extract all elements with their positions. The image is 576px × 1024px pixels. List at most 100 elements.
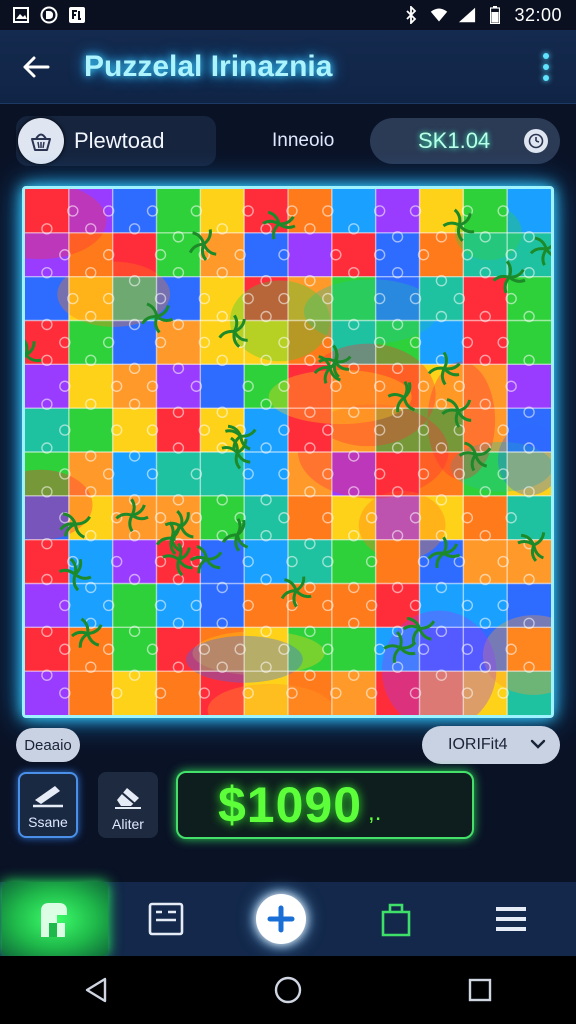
- puzzle-piece[interactable]: [112, 539, 157, 584]
- more-dot-icon: [543, 74, 549, 81]
- puzzle-piece[interactable]: [200, 452, 245, 497]
- puzzle-piece[interactable]: [156, 671, 201, 715]
- app-bar: Puzzelal Irinaznia: [0, 30, 576, 104]
- puzzle-piece[interactable]: [463, 276, 508, 321]
- puzzle-piece[interactable]: [68, 671, 114, 715]
- puzzle-piece[interactable]: [156, 189, 201, 234]
- avatar: [18, 118, 64, 164]
- status-left: [12, 6, 86, 24]
- nav-board[interactable]: [108, 882, 223, 956]
- puzzle-piece[interactable]: [375, 232, 420, 278]
- puzzle-piece[interactable]: [331, 232, 377, 278]
- signal-icon: [458, 6, 476, 24]
- puzzle-piece[interactable]: [112, 408, 157, 453]
- puzzle-piece[interactable]: [375, 189, 420, 234]
- puzzle-piece[interactable]: [288, 539, 333, 584]
- nav-home[interactable]: [2, 882, 108, 956]
- puzzle-piece[interactable]: [156, 495, 201, 541]
- left-dropdown[interactable]: Deaaio: [16, 728, 80, 762]
- bag-icon: [381, 903, 410, 937]
- playboard-chip[interactable]: Plewtoad: [16, 116, 216, 166]
- puzzle-piece[interactable]: [112, 452, 157, 497]
- app-icon: [68, 6, 86, 24]
- nav-list[interactable]: [453, 882, 568, 956]
- puzzle-piece[interactable]: [156, 320, 201, 365]
- timer-button[interactable]: [524, 129, 548, 153]
- puzzle-piece[interactable]: [463, 320, 508, 365]
- puzzle-piece[interactable]: [463, 539, 508, 584]
- puzzle-piece[interactable]: [244, 232, 289, 278]
- puzzle-piece[interactable]: [156, 364, 201, 409]
- clock-icon: [528, 133, 544, 149]
- puzzle-piece[interactable]: [156, 452, 201, 497]
- puzzle-piece[interactable]: [25, 364, 70, 409]
- mode-label: Inneoio: [272, 130, 335, 151]
- status-right: 32:00: [402, 5, 562, 26]
- money-value: $1090: [218, 777, 363, 833]
- puzzle-piece[interactable]: [463, 495, 508, 541]
- puzzle-piece[interactable]: [331, 189, 377, 234]
- bluetooth-icon: [402, 6, 420, 24]
- puzzle-piece[interactable]: [25, 539, 70, 584]
- system-nav: [0, 956, 576, 1024]
- puzzle-piece[interactable]: [244, 452, 289, 497]
- puzzle-piece[interactable]: [25, 408, 70, 453]
- puzzle-piece[interactable]: [112, 320, 157, 365]
- nav-bag[interactable]: [338, 882, 453, 956]
- filter-button[interactable]: Aliter: [98, 772, 158, 838]
- puzzle-piece[interactable]: [68, 320, 114, 365]
- puzzle-piece[interactable]: [244, 408, 289, 453]
- puzzle-piece[interactable]: [156, 232, 201, 278]
- puzzle-piece[interactable]: [68, 364, 114, 409]
- arrow-left-icon: [23, 56, 50, 77]
- puzzle-piece[interactable]: [112, 583, 157, 628]
- puzzle-piece[interactable]: [112, 627, 157, 672]
- puzzle-piece[interactable]: [331, 583, 377, 628]
- puzzle-piece[interactable]: [200, 189, 245, 234]
- money-display: $1090 ,.: [176, 771, 474, 839]
- puzzle-piece[interactable]: [200, 583, 245, 628]
- puzzle-piece[interactable]: [331, 627, 377, 672]
- add-button[interactable]: [255, 894, 306, 944]
- puzzle-piece[interactable]: [112, 671, 157, 715]
- puzzle-piece[interactable]: [288, 495, 333, 541]
- home-puzzle-icon: [41, 903, 67, 937]
- nav-add[interactable]: [223, 882, 338, 956]
- puzzle-piece[interactable]: [25, 583, 70, 628]
- puzzle-grid[interactable]: [25, 189, 551, 715]
- battery-icon: [486, 6, 504, 24]
- puzzle-piece[interactable]: [68, 583, 114, 628]
- puzzle-piece[interactable]: [156, 583, 201, 628]
- save-button[interactable]: Ssane: [18, 772, 78, 838]
- puzzle-piece[interactable]: [244, 583, 289, 628]
- image-icon: [12, 6, 30, 24]
- puzzle-piece[interactable]: [507, 276, 551, 321]
- back-button[interactable]: [18, 49, 54, 85]
- puzzle-piece[interactable]: [112, 364, 157, 409]
- circle-home-icon: [274, 976, 302, 1004]
- puzzle-piece[interactable]: [244, 495, 289, 541]
- score-chip[interactable]: SK1.04: [370, 118, 560, 164]
- puzzle-piece[interactable]: [507, 320, 551, 365]
- puzzle-piece[interactable]: [331, 671, 377, 715]
- wifi-icon: [430, 6, 448, 24]
- right-dropdown[interactable]: IORIFit4: [422, 726, 560, 764]
- system-back-button[interactable]: [76, 970, 116, 1010]
- system-recents-button[interactable]: [460, 970, 500, 1010]
- puzzle-piece[interactable]: [68, 408, 114, 453]
- pen-icon: [33, 786, 63, 808]
- circle-d-icon: [40, 6, 58, 24]
- puzzle-board[interactable]: [22, 186, 554, 718]
- bottom-nav: [0, 882, 576, 956]
- puzzle-piece[interactable]: [288, 232, 333, 278]
- puzzle-piece[interactable]: [25, 627, 70, 672]
- puzzle-piece[interactable]: [200, 364, 245, 409]
- puzzle-piece[interactable]: [507, 364, 551, 409]
- puzzle-piece[interactable]: [507, 539, 551, 584]
- puzzle-piece[interactable]: [112, 189, 157, 234]
- puzzle-piece[interactable]: [244, 539, 289, 584]
- puzzle-piece[interactable]: [156, 408, 201, 453]
- puzzle-piece[interactable]: [25, 671, 70, 715]
- system-home-button[interactable]: [268, 970, 308, 1010]
- more-menu-button[interactable]: [534, 49, 558, 85]
